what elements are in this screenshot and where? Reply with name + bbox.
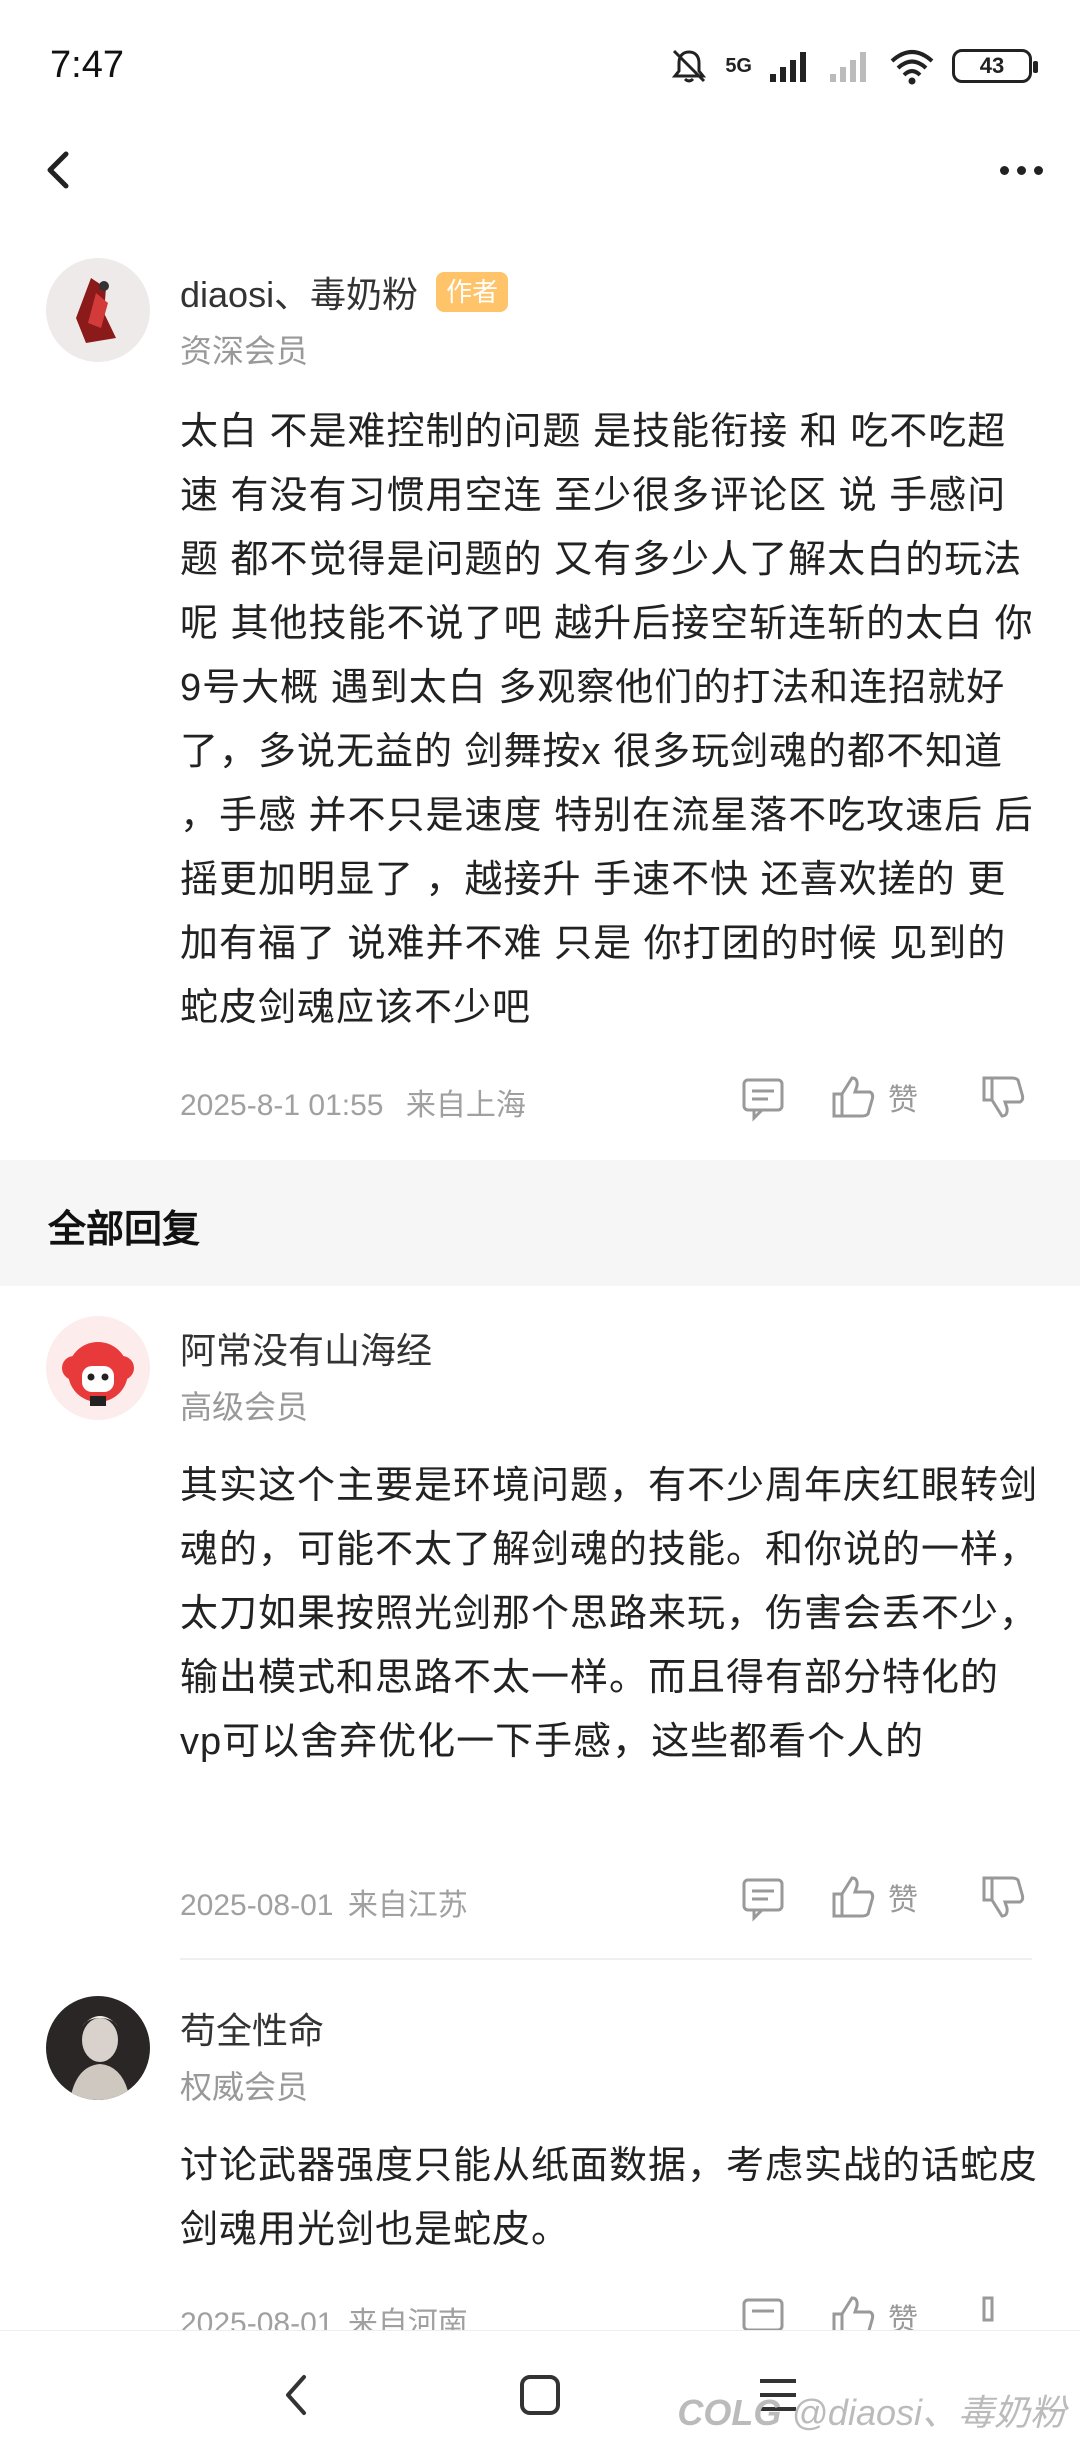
reply-body-text: 讨论武器强度只能从纸面数据，考虑实战的话蛇皮剑魂用光剑也是蛇皮。 [180, 2145, 1039, 2251]
nav-back-button[interactable] [270, 2367, 326, 2428]
reply-author-name[interactable]: 苟全性命 [180, 2002, 324, 2054]
chevron-left-icon [47, 151, 69, 189]
reply-like-button[interactable]: 赞 [828, 1872, 918, 1922]
more-dot-icon [1033, 165, 1043, 175]
back-button[interactable] [30, 140, 90, 200]
post-dislike-button[interactable] [978, 1072, 1028, 1127]
more-dot-icon [1016, 165, 1026, 175]
post-body-text: 太白 不是难控制的问题 是技能衔接 和 吃不吃超速 有没有习惯用空连 至少很多评… [180, 411, 1034, 1029]
reply-location: 来自江苏 [347, 1889, 468, 1922]
reply-dislike-button[interactable] [978, 1872, 1028, 1927]
more-options-button[interactable] [986, 140, 1056, 200]
reply-avatar-image [46, 1996, 150, 2100]
thumbs-down-icon [982, 1076, 1025, 1118]
more-dot-icon [999, 165, 1009, 175]
post-like-label: 赞 [888, 1084, 918, 1117]
nav-back-icon [286, 2375, 306, 2415]
signal-secondary-icon [830, 52, 866, 82]
network-type-label: 5G [725, 54, 752, 77]
status-time: 7:47 [50, 44, 124, 86]
post-time: 2025-8-1 01:55 [180, 1089, 384, 1122]
author-avatar-image [46, 258, 150, 362]
mute-bell-icon [672, 49, 707, 83]
reply-author-level: 权威会员 [180, 2069, 309, 2105]
reply-meta: 2025-08-01 来自江苏 [180, 1880, 468, 1924]
reply-like-label: 赞 [888, 1884, 918, 1917]
reply-author-name[interactable]: 阿常没有山海经 [180, 1322, 432, 1374]
wifi-icon [890, 50, 934, 85]
replies-section-title: 全部回复 [48, 1209, 201, 1251]
watermark: COLG @diaosi、毒奶粉 [677, 2384, 1066, 2436]
post-like-button[interactable]: 赞 [828, 1072, 918, 1122]
post-comment-button[interactable] [738, 1072, 788, 1127]
reply-divider [180, 1958, 1032, 1960]
post-author-level: 资深会员 [180, 333, 309, 369]
post-location: 来自上海 [405, 1089, 526, 1122]
reply-time: 2025-08-01 [180, 1889, 334, 1922]
reply-avatar[interactable] [46, 1316, 150, 1420]
reply-avatar-image [46, 1316, 150, 1420]
author-badge: 作者 [436, 272, 509, 312]
thumbs-down-icon [982, 1876, 1025, 1918]
reply-avatar[interactable] [46, 1996, 150, 2100]
battery-level: 43 [979, 53, 1005, 78]
thumbs-up-icon [832, 1076, 875, 1118]
watermark-text: @diaosi、毒奶粉 [791, 2392, 1066, 2433]
reply-body-text: 其实这个主要是环境问题，有不少周年庆红眼转剑魂的，可能不太了解剑魂的技能。和你说… [180, 1465, 1039, 1763]
thumbs-up-icon [832, 1876, 875, 1918]
post-meta: 2025-8-1 01:55 来自上海 [180, 1080, 526, 1124]
comment-icon [742, 1878, 784, 1922]
signal-icon [770, 52, 806, 82]
reply-comment-button[interactable] [738, 1872, 788, 1927]
status-icons: 5G 43 [669, 44, 1038, 88]
battery-icon: 43 [952, 49, 1038, 83]
post-author-name[interactable]: diaosi、毒奶粉 [180, 266, 418, 318]
comment-icon [742, 1078, 784, 1122]
nav-home-icon [520, 2375, 560, 2415]
nav-home-button[interactable] [512, 2367, 568, 2428]
reply-author-level: 高级会员 [180, 1389, 309, 1425]
author-avatar[interactable] [46, 258, 150, 362]
watermark-logo: COLG [677, 2392, 782, 2433]
post-author-row: diaosi、毒奶粉 作者 [180, 266, 509, 318]
